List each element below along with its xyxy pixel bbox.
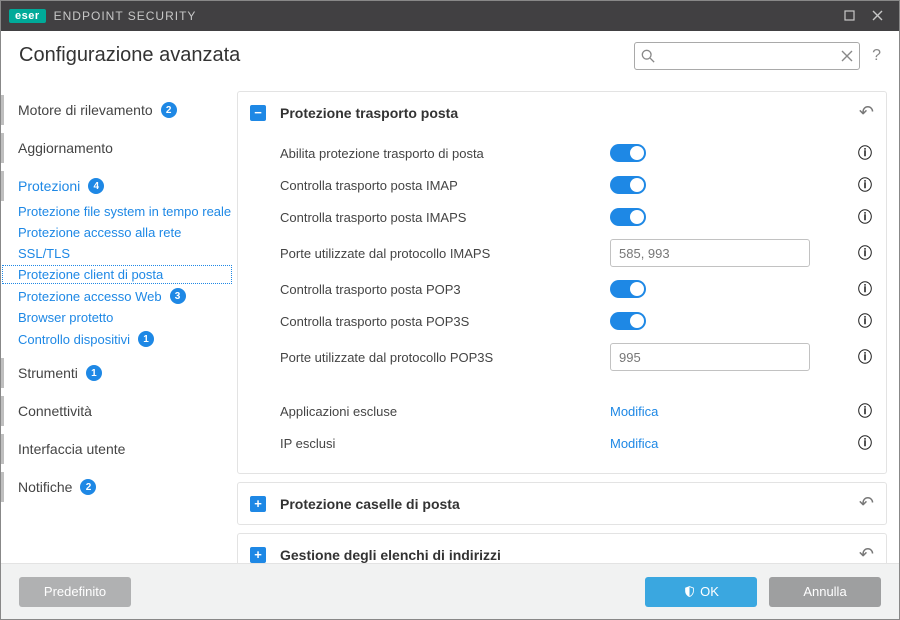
badge: 1	[86, 365, 102, 381]
row-pop3s-ports: Porte utilizzate dal protocollo POP3S ⓘ	[280, 337, 874, 377]
nav-network-access[interactable]: Protezione accesso alla rete	[1, 222, 233, 243]
row-excluded-apps: Applicazioni escluse Modifica ⓘ	[280, 395, 874, 427]
product-name: ENDPOINT SECURITY	[54, 9, 197, 23]
revert-icon[interactable]: ↶	[859, 493, 874, 514]
badge: 4	[88, 178, 104, 194]
nav-notifications[interactable]: Notifiche2	[1, 472, 233, 502]
row-excluded-ips: IP esclusi Modifica ⓘ	[280, 427, 874, 459]
brand-logo: eser	[9, 9, 46, 23]
badge: 2	[161, 102, 177, 118]
default-button[interactable]: Predefinito	[19, 577, 131, 607]
nav-mail-client[interactable]: Protezione client di posta	[1, 264, 233, 285]
toggle-pop3s[interactable]	[610, 312, 646, 330]
revert-icon[interactable]: ↶	[859, 544, 874, 563]
info-icon[interactable]: ⓘ	[846, 401, 874, 421]
input-pop3s-ports[interactable]	[610, 343, 810, 371]
section-title: Protezione trasporto posta	[280, 105, 859, 121]
info-icon[interactable]: ⓘ	[846, 243, 874, 263]
nav-update[interactable]: Aggiornamento	[1, 133, 233, 163]
edit-excluded-ips-link[interactable]: Modifica	[610, 436, 658, 451]
label: Porte utilizzate dal protocollo IMAPS	[280, 246, 610, 261]
expand-icon[interactable]: +	[250, 547, 266, 563]
info-icon[interactable]: ⓘ	[846, 175, 874, 195]
section-title: Protezione caselle di posta	[280, 496, 859, 512]
search-icon	[641, 49, 655, 63]
nav-protections[interactable]: Protezioni4	[1, 171, 233, 201]
badge: 3	[170, 288, 186, 304]
clear-search-icon[interactable]	[841, 50, 853, 62]
row-imap: Controlla trasporto posta IMAP ⓘ	[280, 169, 874, 201]
label: Controlla trasporto posta POP3	[280, 282, 610, 297]
nav-web-access[interactable]: Protezione accesso Web3	[1, 285, 233, 307]
page-title: Configurazione avanzata	[19, 44, 240, 67]
label: Applicazioni escluse	[280, 404, 610, 419]
label: Controlla trasporto posta IMAPS	[280, 210, 610, 225]
info-icon[interactable]: ⓘ	[846, 311, 874, 331]
label: Controlla trasporto posta POP3S	[280, 314, 610, 329]
cancel-button[interactable]: Annulla	[769, 577, 881, 607]
info-icon[interactable]: ⓘ	[846, 347, 874, 367]
nav-connectivity[interactable]: Connettività	[1, 396, 233, 426]
label: Porte utilizzate dal protocollo POP3S	[280, 350, 610, 365]
nav-detection-engine[interactable]: Motore di rilevamento2	[1, 95, 233, 125]
section-address-lists: + Gestione degli elenchi di indirizzi ↶	[237, 533, 887, 563]
search-input[interactable]	[661, 49, 835, 63]
label: Controlla trasporto posta IMAP	[280, 178, 610, 193]
revert-icon[interactable]: ↶	[859, 102, 874, 123]
help-icon[interactable]: ?	[872, 47, 881, 65]
row-pop3s: Controlla trasporto posta POP3S ⓘ	[280, 305, 874, 337]
shield-icon	[683, 585, 696, 598]
label: Abilita protezione trasporto di posta	[280, 146, 610, 161]
nav-tools[interactable]: Strumenti1	[1, 358, 233, 388]
ok-button[interactable]: OK	[645, 577, 757, 607]
expand-icon[interactable]: +	[250, 496, 266, 512]
row-imaps-ports: Porte utilizzate dal protocollo IMAPS ⓘ	[280, 233, 874, 273]
nav-realtime-fs[interactable]: Protezione file system in tempo reale	[1, 201, 233, 222]
nav-ssl-tls[interactable]: SSL/TLS	[1, 243, 233, 264]
label: IP esclusi	[280, 436, 610, 451]
row-enable-transport: Abilita protezione trasporto di posta ⓘ	[280, 137, 874, 169]
badge: 1	[138, 331, 154, 347]
nav-ui[interactable]: Interfaccia utente	[1, 434, 233, 464]
section-header[interactable]: − Protezione trasporto posta ↶	[238, 92, 886, 133]
section-mailbox-protection: + Protezione caselle di posta ↶	[237, 482, 887, 525]
collapse-icon[interactable]: −	[250, 105, 266, 121]
info-icon[interactable]: ⓘ	[846, 207, 874, 227]
nav-device-control[interactable]: Controllo dispositivi1	[1, 328, 233, 350]
edit-excluded-apps-link[interactable]: Modifica	[610, 404, 658, 419]
toggle-pop3[interactable]	[610, 280, 646, 298]
search-box[interactable]	[634, 42, 860, 70]
input-imaps-ports[interactable]	[610, 239, 810, 267]
main-panel: − Protezione trasporto posta ↶ Abilita p…	[233, 81, 899, 563]
info-icon[interactable]: ⓘ	[846, 279, 874, 299]
toggle-imaps[interactable]	[610, 208, 646, 226]
header: Configurazione avanzata ?	[1, 31, 899, 81]
window-close-icon[interactable]	[863, 8, 891, 24]
sidebar: Motore di rilevamento2 Aggiornamento Pro…	[1, 81, 233, 563]
section-header[interactable]: + Gestione degli elenchi di indirizzi ↶	[238, 534, 886, 563]
row-imaps: Controlla trasporto posta IMAPS ⓘ	[280, 201, 874, 233]
badge: 2	[80, 479, 96, 495]
ok-label: OK	[700, 584, 719, 599]
footer: Predefinito OK Annulla	[1, 563, 899, 619]
section-mail-transport: − Protezione trasporto posta ↶ Abilita p…	[237, 91, 887, 474]
toggle-enable-transport[interactable]	[610, 144, 646, 162]
toggle-imap[interactable]	[610, 176, 646, 194]
info-icon[interactable]: ⓘ	[846, 433, 874, 453]
titlebar: eser ENDPOINT SECURITY	[1, 1, 899, 31]
section-header[interactable]: + Protezione caselle di posta ↶	[238, 483, 886, 524]
row-pop3: Controlla trasporto posta POP3 ⓘ	[280, 273, 874, 305]
window-maximize-icon[interactable]	[835, 8, 863, 24]
section-title: Gestione degli elenchi di indirizzi	[280, 547, 859, 563]
info-icon[interactable]: ⓘ	[846, 143, 874, 163]
nav-protected-browser[interactable]: Browser protetto	[1, 307, 233, 328]
